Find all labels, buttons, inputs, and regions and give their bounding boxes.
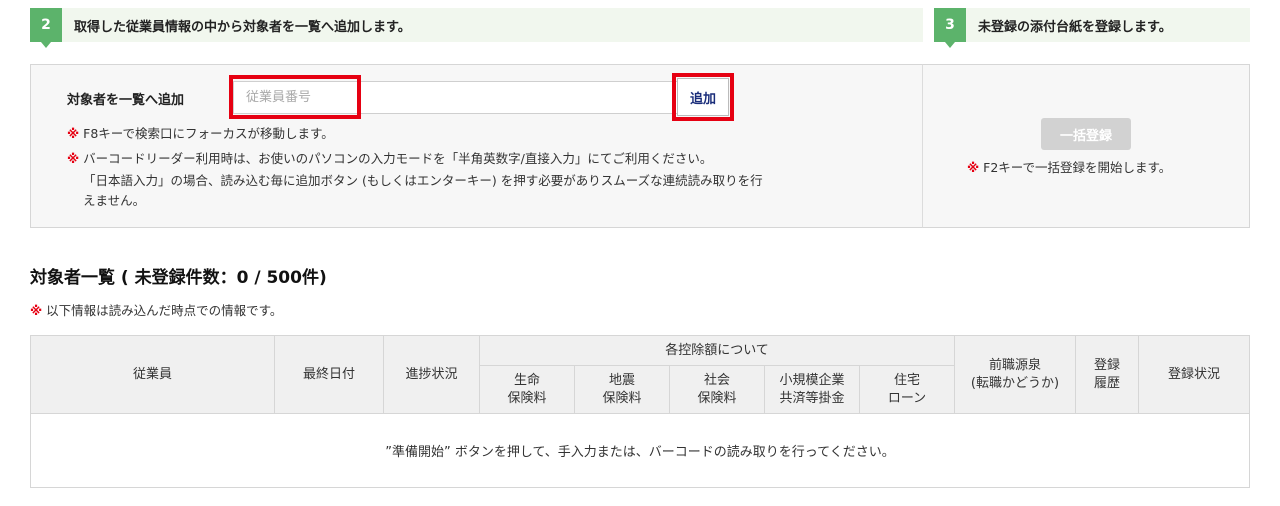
col-earthquake-insurance: 地震 保険料 xyxy=(574,365,670,414)
note-text: F8キーで検索口にフォーカスが移動します。 xyxy=(83,126,334,141)
col-status: 登録状況 xyxy=(1138,335,1250,414)
col-prev-job: 前職源泉 (転職かどうか) xyxy=(954,335,1076,414)
note-text: 以下情報は読み込んだ時点での情報です。 xyxy=(46,303,283,318)
note-text: F2キーで一括登録を開始します。 xyxy=(983,160,1172,175)
note-mark: ※ xyxy=(967,160,980,175)
note-continued: 「日本語入力」の場合、読み込む毎に追加ボタン (もしくはエンターキー) を押す必… xyxy=(83,173,763,188)
step-number: 3 xyxy=(934,8,966,48)
add-target-panel: 対象者を一覧へ追加 追加 ※ F8キーで検索口にフォーカスが移動します。 ※ バ… xyxy=(30,64,923,228)
col-deductions: 各控除額について xyxy=(479,335,955,366)
target-list-table: 従業員 最終日付 進捗状況 各控除額について 前職源泉 (転職かどうか) 登録 履歴… xyxy=(30,335,1250,488)
empty-message: ”準備開始” ボタンを押して、手入力または、バーコードの読み取りを行ってください… xyxy=(30,413,1250,488)
bulk-register-note: ※ F2キーで一括登録を開始します。 xyxy=(967,157,1171,176)
col-employee: 従業員 xyxy=(30,335,275,414)
col-life-insurance: 生命 保険料 xyxy=(479,365,575,414)
col-last-date: 最終日付 xyxy=(274,335,384,414)
bulk-register-panel: 一括登録 ※ F2キーで一括登録を開始します。 xyxy=(922,64,1250,228)
note-mark: ※ xyxy=(67,126,80,141)
list-title: 対象者一覧 ( 未登録件数：0 / 500件) xyxy=(30,268,327,288)
bulk-register-button[interactable]: 一括登録 xyxy=(1041,118,1131,150)
add-target-label: 対象者を一覧へ追加 xyxy=(67,93,185,108)
step-2-header: 2 取得した従業員情報の中から対象者を一覧へ追加します。 xyxy=(30,8,923,48)
step-3-header: 3 未登録の添付台紙を登録します。 xyxy=(934,8,1250,48)
step-title: 未登録の添付台紙を登録します。 xyxy=(978,19,1172,35)
col-history: 登録 履歴 xyxy=(1075,335,1139,414)
col-social-insurance: 社会 保険料 xyxy=(669,365,765,414)
col-small-business: 小規模企業 共済等掛金 xyxy=(764,365,860,414)
note-barcode: ※ バーコードリーダー利用時は、お使いのパソコンの入力モードを「半角英数字/直接… xyxy=(67,150,712,168)
col-housing-loan: 住宅 ローン xyxy=(859,365,955,414)
note-f8: ※ F8キーで検索口にフォーカスが移動します。 xyxy=(67,125,334,143)
highlight-frame xyxy=(229,75,361,119)
note-continued: えません。 xyxy=(83,193,146,208)
note-text: バーコードリーダー利用時は、お使いのパソコンの入力モードを「半角英数字/直接入力… xyxy=(83,151,713,166)
step-number: 2 xyxy=(30,8,62,48)
col-progress: 進捗状況 xyxy=(383,335,480,414)
add-button[interactable]: 追加 xyxy=(677,78,729,116)
list-note: ※ 以下情報は読み込んだ時点での情報です。 xyxy=(30,300,282,319)
note-mark: ※ xyxy=(30,303,43,318)
note-mark: ※ xyxy=(67,151,80,166)
step-title: 取得した従業員情報の中から対象者を一覧へ追加します。 xyxy=(74,19,411,35)
